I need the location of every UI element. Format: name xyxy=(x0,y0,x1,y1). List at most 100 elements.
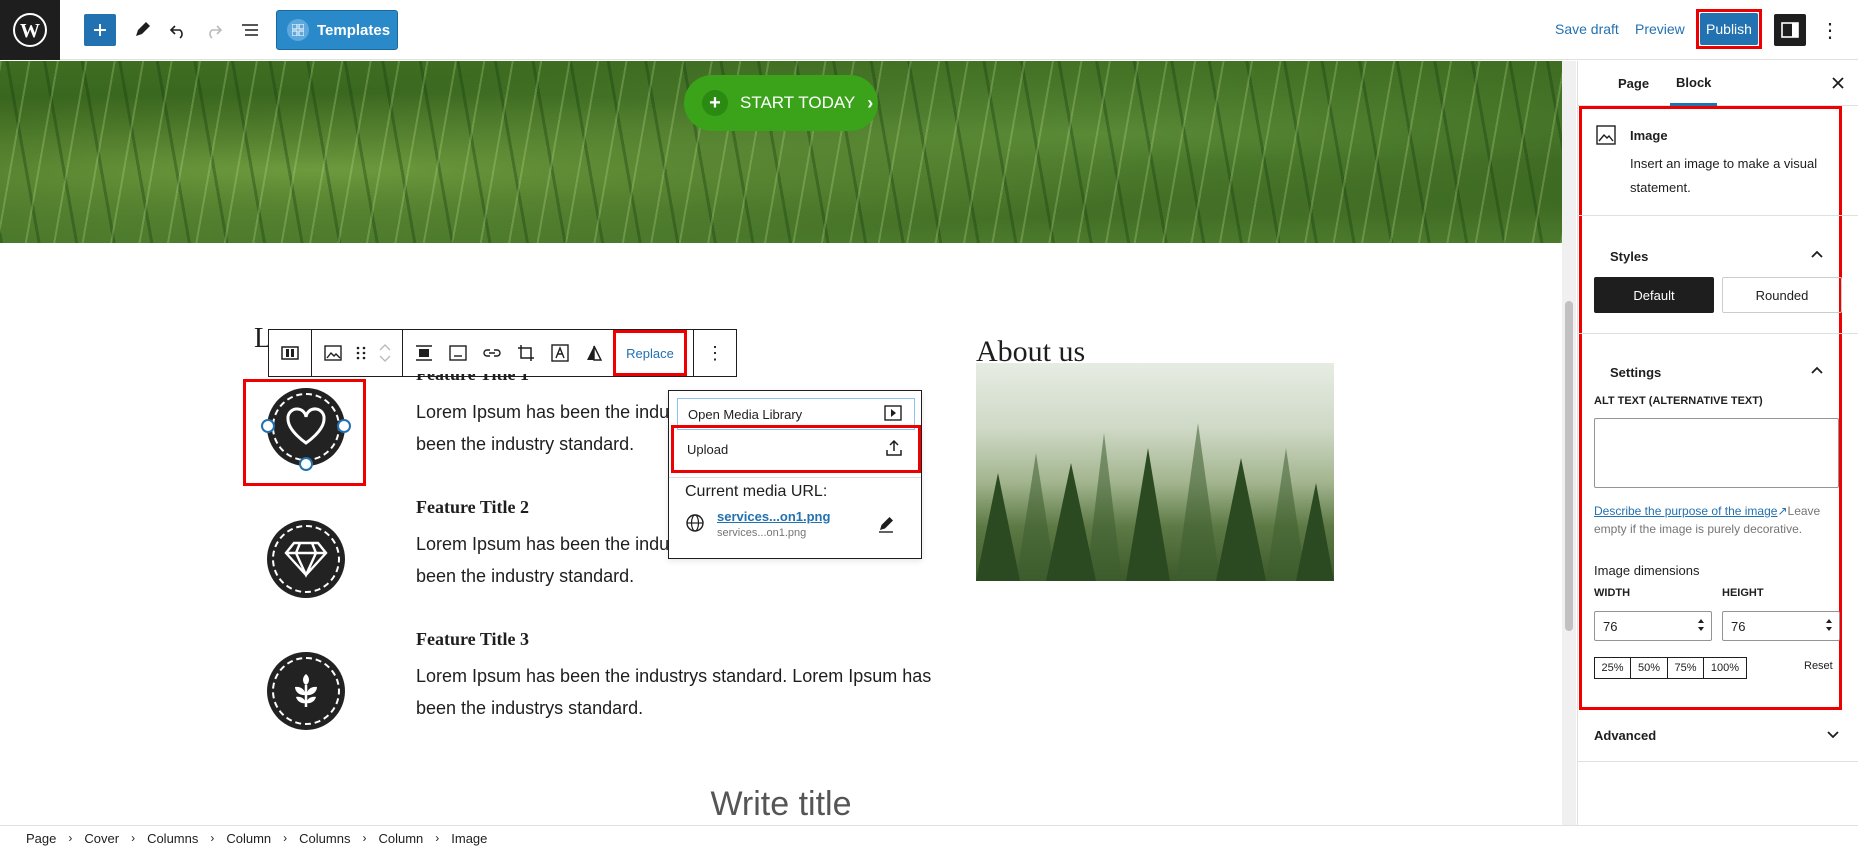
cover-grass-image[interactable]: + START TODAY › xyxy=(0,61,1562,243)
height-label: HEIGHT xyxy=(1722,587,1764,599)
settings-sidebar-toggle[interactable] xyxy=(1774,14,1806,46)
edit-pencil-icon[interactable] xyxy=(130,14,154,46)
close-sidebar-icon[interactable] xyxy=(1828,73,1848,93)
publish-button[interactable]: Publish xyxy=(1700,13,1758,45)
replace-media-popover: Open Media Library Upload Current media … xyxy=(668,390,922,559)
drag-handle-icon[interactable] xyxy=(352,336,370,370)
advanced-expand-chevron-icon[interactable] xyxy=(1826,728,1840,747)
duotone-filter-icon[interactable] xyxy=(579,336,609,370)
breadcrumb-columns-inner[interactable]: Columns › xyxy=(299,831,378,846)
tab-page[interactable]: Page xyxy=(1618,61,1649,106)
breadcrumb-column-inner[interactable]: Column › xyxy=(378,831,451,846)
block-card-title: Image xyxy=(1630,128,1668,143)
options-menu-icon[interactable]: ⋮ xyxy=(1820,14,1840,46)
block-options-icon[interactable]: ⋮ xyxy=(700,336,730,370)
canvas-scrollbar[interactable] xyxy=(1562,61,1576,825)
settings-heading[interactable]: Settings xyxy=(1610,365,1661,380)
align-icon[interactable] xyxy=(409,336,439,370)
size-75-button[interactable]: 75% xyxy=(1667,657,1704,679)
breadcrumb-columns-inner-label: Columns xyxy=(299,830,351,846)
width-input[interactable]: 76 xyxy=(1594,611,1712,641)
breadcrumb-column-label: Column xyxy=(226,830,272,846)
upload-icon xyxy=(885,439,903,460)
replace-button[interactable]: Replace xyxy=(613,330,687,376)
toolbar-more-group: ⋮ xyxy=(694,330,736,376)
current-media-url-link[interactable]: services...on1.png xyxy=(717,509,830,524)
editor-canvas: + START TODAY › L Replace ⋮ Feature Titl… xyxy=(0,61,1562,825)
leaf-branch-image[interactable] xyxy=(267,652,345,730)
move-up-down-icon[interactable] xyxy=(374,336,396,370)
open-media-library-label: Open Media Library xyxy=(688,406,803,422)
popover-divider xyxy=(669,477,921,478)
styles-heading[interactable]: Styles xyxy=(1610,249,1648,264)
edit-url-icon[interactable] xyxy=(877,515,895,538)
current-media-url-sub: services...on1.png xyxy=(717,527,807,539)
resize-handle-bottom[interactable] xyxy=(299,457,313,471)
diamond-image[interactable] xyxy=(267,520,345,598)
style-default-button[interactable]: Default xyxy=(1594,277,1714,313)
resize-handle-right[interactable] xyxy=(337,419,351,433)
current-media-url-label: Current media URL: xyxy=(685,483,828,500)
image-dimensions-heading: Image dimensions xyxy=(1594,563,1700,578)
height-input[interactable]: 76 xyxy=(1722,611,1840,641)
svg-text:W: W xyxy=(20,20,40,42)
alt-text-textarea[interactable] xyxy=(1594,418,1839,488)
chevron-right-icon: › xyxy=(867,92,874,113)
size-25-button[interactable]: 25% xyxy=(1594,657,1631,679)
breadcrumb-image: Image xyxy=(451,831,487,846)
breadcrumb-cover[interactable]: Cover › xyxy=(84,831,147,846)
height-value: 76 xyxy=(1731,618,1746,634)
write-title-placeholder[interactable]: Write title xyxy=(0,785,1562,824)
settings-collapse-chevron-icon[interactable] xyxy=(1810,363,1824,382)
feature-text-3: Lorem Ipsum has been the industrys stand… xyxy=(416,660,946,724)
breadcrumb-columns[interactable]: Columns › xyxy=(147,831,226,846)
style-rounded-button[interactable]: Rounded xyxy=(1722,277,1842,313)
advanced-heading[interactable]: Advanced xyxy=(1594,728,1656,743)
breadcrumb-page[interactable]: Page › xyxy=(26,831,84,846)
media-library-icon xyxy=(884,404,902,424)
wordpress-logo-icon[interactable]: W xyxy=(0,0,60,60)
templates-button[interactable]: Templates xyxy=(276,10,398,50)
save-draft-button[interactable]: Save draft xyxy=(1555,21,1619,37)
image-block-card-icon xyxy=(1596,125,1616,150)
height-spinner-icon[interactable] xyxy=(1825,618,1833,635)
image-block-icon[interactable] xyxy=(318,336,348,370)
caption-icon[interactable] xyxy=(443,336,473,370)
select-parent-icon[interactable] xyxy=(275,336,305,370)
preview-button[interactable]: Preview xyxy=(1635,21,1685,37)
heart-image[interactable] xyxy=(267,388,345,466)
add-block-button[interactable] xyxy=(84,14,116,46)
alt-text-help-link[interactable]: Describe the purpose of the image xyxy=(1594,504,1777,518)
feature-text-3-line-2: been the industrys standard. xyxy=(416,698,644,718)
width-label: WIDTH xyxy=(1594,587,1631,599)
templates-grid-icon xyxy=(287,19,309,41)
text-overlay-icon[interactable] xyxy=(545,336,575,370)
toolbar-block-group xyxy=(312,330,403,376)
breadcrumb-separator-icon: › xyxy=(435,831,440,845)
breadcrumb-cover-label: Cover xyxy=(84,830,120,846)
link-icon[interactable] xyxy=(477,336,507,370)
crop-icon[interactable] xyxy=(511,336,541,370)
tab-block[interactable]: Block xyxy=(1670,61,1718,106)
forest-image[interactable] xyxy=(976,363,1334,581)
undo-icon[interactable] xyxy=(166,14,190,46)
size-100-button[interactable]: 100% xyxy=(1703,657,1747,679)
feature-text-2-line-2: been the industry standard. xyxy=(416,566,635,586)
styles-collapse-chevron-icon[interactable] xyxy=(1810,247,1824,266)
start-today-label: START TODAY xyxy=(740,93,856,112)
settings-sidebar: Page Block Image Insert an image to make… xyxy=(1577,61,1858,825)
breadcrumb-column[interactable]: Column › xyxy=(226,831,299,846)
scrollbar-thumb[interactable] xyxy=(1565,301,1573,631)
upload-item[interactable]: Upload xyxy=(677,433,915,465)
feature-title-2: Feature Title 2 xyxy=(416,497,529,517)
size-50-button[interactable]: 50% xyxy=(1630,657,1668,679)
width-spinner-icon[interactable] xyxy=(1697,618,1705,635)
alt-text-label: ALT TEXT (ALTERNATIVE TEXT) xyxy=(1594,395,1763,407)
resize-handle-left[interactable] xyxy=(261,419,275,433)
replace-label: Replace xyxy=(626,345,674,361)
redo-icon[interactable] xyxy=(202,14,226,46)
start-today-button[interactable]: + START TODAY › xyxy=(684,75,878,131)
sidebar-divider-2 xyxy=(1578,333,1858,334)
reset-dimensions-button[interactable]: Reset xyxy=(1804,660,1833,672)
document-overview-icon[interactable] xyxy=(238,14,262,46)
